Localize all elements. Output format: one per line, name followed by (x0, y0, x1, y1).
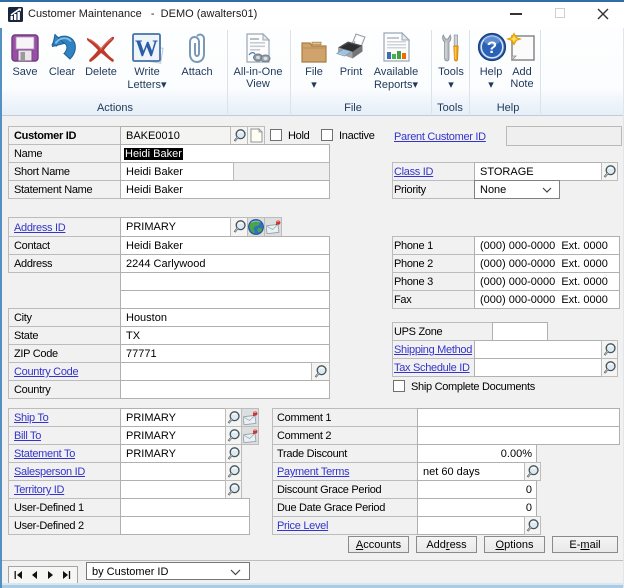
svg-text:W: W (135, 36, 158, 61)
svg-text:?: ? (487, 38, 497, 57)
